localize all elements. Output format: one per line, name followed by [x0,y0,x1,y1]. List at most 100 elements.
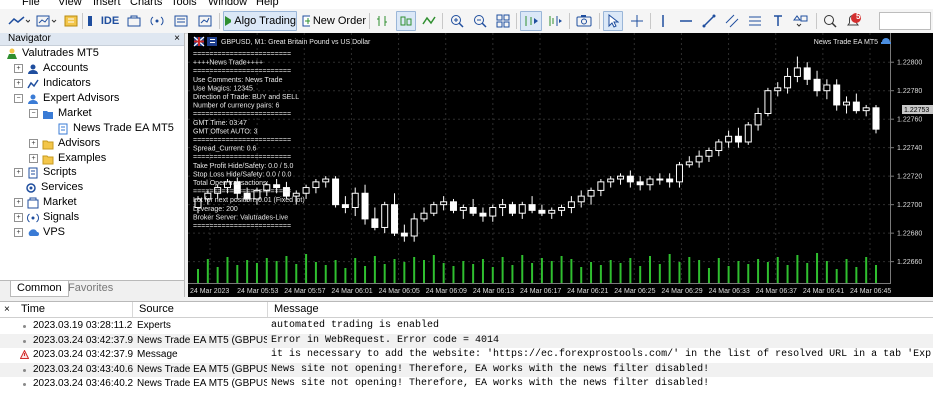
journal-row[interactable]: 2023.03.24 03:42:37.909 Message it is nece… [0,348,933,362]
algo-trading-button[interactable]: Algo Trading [223,11,297,31]
menu-insert[interactable]: Insert [93,0,121,9]
tree-item-examples[interactable]: + Examples [29,151,106,166]
ea-overlay-line: ======================== [193,111,291,118]
tree-item-expert-advisors[interactable]: − Expert Advisors [14,91,119,106]
line-chart-icon[interactable] [420,11,438,31]
navigator-header: Navigator × [0,33,184,46]
fibonacci-icon[interactable] [746,11,764,31]
zoom-out-icon[interactable] [471,11,489,31]
shapes-icon[interactable] [790,11,812,31]
tree-item-label: Examples [58,152,107,164]
tree-item-label: Signals [43,211,80,223]
bull-candle [489,207,497,217]
column-message[interactable]: Message [268,302,933,317]
expand-icon[interactable]: + [29,139,38,148]
new-order-button[interactable]: New Order [302,11,366,31]
tree-item-market[interactable]: + Market [14,195,77,210]
zoom-in-icon[interactable] [448,11,466,31]
journal-row[interactable]: 2023.03.24 03:46:40.213 News Trade EA MT5… [0,377,933,391]
column-source[interactable]: Source [133,302,268,317]
expand-icon[interactable]: + [14,213,23,222]
chart-type-icon[interactable] [6,11,32,31]
notifications-button[interactable]: 5 [842,11,864,31]
candlestick-chart-icon[interactable] [396,11,416,31]
expand-icon[interactable]: + [14,79,23,88]
text-tool-icon[interactable] [769,11,787,31]
chart-shift-icon[interactable] [546,11,564,31]
chart-window[interactable]: 1.22800 1.22780 1.22760 1.22740 1.22720 1.227… [188,33,933,297]
templates-icon[interactable] [34,11,60,31]
collapse-icon[interactable]: − [29,109,38,118]
services-icon [26,182,36,193]
bull-candle [292,192,300,197]
journal-message: News site not opening! Therefore, EA wor… [271,378,710,389]
time-tick-label: 24 Mar 06:17 [520,288,561,295]
bull-candle [862,107,870,112]
market-icon[interactable] [125,11,143,31]
bull-candle [351,192,359,209]
column-time[interactable]: Time [15,302,133,317]
time-tick-label: 24 Mar 06:25 [614,288,655,295]
menu-help[interactable]: Help [256,0,279,9]
tree-root[interactable]: Valutrades MT5 [6,46,99,61]
journal-row[interactable]: 2023.03.24 03:43:40.602 News Trade EA MT5… [0,362,933,377]
vps-icon[interactable] [172,11,190,31]
search-icon[interactable] [821,11,839,31]
auto-scroll-icon[interactable] [520,11,542,31]
expand-icon[interactable]: + [14,228,23,237]
channel-icon[interactable] [723,11,741,31]
tree-item-signals[interactable]: + Signals [14,210,79,225]
new-order-label: New Order [312,15,366,27]
algo-trading-label: Algo Trading [234,15,296,27]
tree-item-vps[interactable]: + VPS [14,225,65,240]
search-input[interactable] [879,12,931,30]
tab-favorites[interactable]: Favorites [62,281,119,296]
tree-root-label: Valutrades MT5 [22,47,99,59]
crosshair-icon[interactable] [628,11,646,31]
profiles-icon[interactable] [83,11,97,31]
tree-item-accounts[interactable]: + Accounts [14,61,88,76]
journal-row[interactable]: 2023.03.19 03:28:11.262 Experts automated … [0,319,933,333]
tree-item-advisors[interactable]: + Advisors [29,136,100,151]
close-icon[interactable]: × [174,33,180,45]
tree-item-services[interactable]: Services [25,180,83,195]
indicators-icon[interactable] [63,11,79,31]
bull-candle [715,141,723,152]
bull-candle [459,207,467,211]
bear-candle [508,204,516,214]
ea-overlay-line: Use Comments: News Trade [193,77,283,84]
menu-tools[interactable]: Tools [171,0,197,9]
cursor-icon[interactable] [603,11,623,31]
close-icon[interactable]: × [4,304,10,315]
tile-windows-icon[interactable] [494,11,512,31]
expand-icon[interactable]: + [14,168,23,177]
tab-common[interactable]: Common [10,281,69,297]
journal-row[interactable]: 2023.03.24 03:42:37.909 News Trade EA MT5… [0,333,933,348]
menu-file[interactable]: File [22,0,40,9]
bear-candle [528,204,536,211]
menu-window[interactable]: Window [208,0,247,9]
signals-icon[interactable] [148,11,166,31]
trend-line-icon[interactable] [700,11,718,31]
ide-button[interactable]: IDE [98,11,122,31]
tester-icon[interactable] [196,11,214,31]
bull-candle [518,204,526,214]
screenshot-icon[interactable] [573,11,595,31]
tree-item-news-trade-ea[interactable]: News Trade EA MT5 [57,121,174,136]
tree-item-market-folder[interactable]: − Market [29,106,92,121]
price-chart[interactable]: 1.22800 1.22780 1.22760 1.22740 1.22720 1.227… [188,33,933,297]
collapse-icon[interactable]: − [14,94,23,103]
menu-view[interactable]: View [58,0,82,9]
menu-charts[interactable]: Charts [130,0,162,9]
tree-item-indicators[interactable]: + Indicators [14,76,91,91]
time-tick-label: 24 Mar 06:21 [567,288,608,295]
bar-chart-icon[interactable] [373,11,391,31]
expand-icon[interactable]: + [29,154,38,163]
tree-item-scripts[interactable]: + Scripts [14,165,77,180]
expand-icon[interactable]: + [14,198,23,207]
expand-icon[interactable]: + [14,64,23,73]
bull-candle [420,212,428,220]
bear-candle [400,232,408,237]
vertical-line-icon[interactable] [654,11,672,31]
horizontal-line-icon[interactable] [677,11,695,31]
